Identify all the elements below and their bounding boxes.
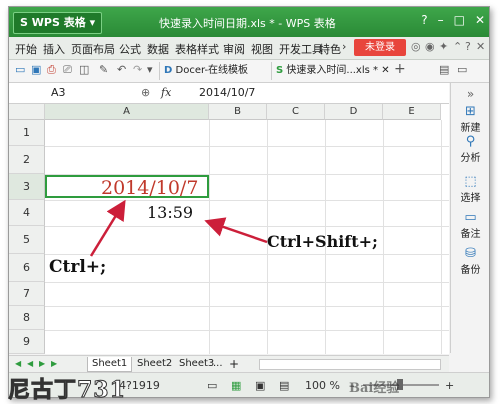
help-button[interactable]: ? [421, 13, 427, 27]
menu-table-style[interactable]: 表格样式 [175, 41, 219, 57]
close-button[interactable]: ✕ [475, 13, 485, 27]
sheet-tab-bar: ◀ ◀ ▶ ▶ Sheet1 Sheet2 Sheet3 ... + [9, 355, 449, 372]
export-pdf-icon[interactable]: ⎙ [47, 63, 56, 77]
docer-icon: D [164, 65, 173, 76]
help-icon[interactable]: ? [465, 40, 471, 53]
skin-icon[interactable]: ◎ [411, 40, 421, 53]
minimize-button[interactable]: – [438, 13, 444, 27]
sidebar-item-backup[interactable]: ⛁ 备份 [451, 246, 489, 277]
document-title: 快速录入时间日期.xls * - WPS 表格 [159, 17, 336, 30]
tab-close-all-icon[interactable]: ▭ [457, 63, 467, 76]
undo-icon[interactable]: ↶ [117, 63, 126, 76]
sidebar-item-analysis[interactable]: ⚲ 分析 [451, 134, 489, 165]
menu-page-layout[interactable]: 页面布局 [71, 41, 115, 57]
arrow-to-date-cell [89, 199, 126, 257]
redo-icon[interactable]: ↷ [133, 63, 142, 76]
menu-data[interactable]: 数据 [147, 41, 169, 57]
login-button[interactable]: 未登录 [354, 39, 406, 56]
sidebar-item-label: 选择 [460, 193, 481, 204]
app-window: S WPS 表格 ▾ 快速录入时间日期.xls * - WPS 表格 ? – □… [8, 6, 490, 398]
title-bar: S WPS 表格 ▾ 快速录入时间日期.xls * - WPS 表格 ? – □… [9, 7, 489, 37]
zoom-level[interactable]: 100 % [305, 379, 340, 392]
tab-docer-templates[interactable]: D Docer-在线模板 [159, 62, 248, 80]
zoom-in-button[interactable]: + [445, 379, 454, 392]
menu-view[interactable]: 视图 [251, 41, 273, 57]
new-tab-button[interactable]: + [394, 61, 406, 77]
date-shortcut-annotation: Ctrl+; [49, 257, 107, 277]
sheet-tab-1[interactable]: Sheet1 [87, 357, 133, 372]
menu-home[interactable]: 开始 [15, 41, 37, 57]
menu-insert[interactable]: 插入 [43, 41, 65, 57]
customize-chevron-icon[interactable]: ▾ [147, 63, 153, 76]
function-icon[interactable]: fx [161, 86, 171, 99]
sidebar-item-label: 新建 [460, 123, 481, 134]
print-icon[interactable]: ⎚ [63, 63, 72, 77]
sidebar-item-label: 备份 [460, 265, 481, 276]
new-file-icon[interactable]: ▭ [15, 63, 25, 76]
close-ribbon-icon[interactable]: ✕ [476, 40, 485, 53]
wps-app-menu-button[interactable]: S WPS 表格 ▾ [13, 12, 103, 34]
format-painter-icon[interactable]: ✎ [99, 63, 108, 76]
window-controls: ? – □ ✕ [421, 13, 485, 27]
sidebar-item-label: 分析 [460, 153, 481, 164]
annotation-arrows [89, 199, 268, 257]
menu-scroll-right-icon[interactable]: › [342, 40, 346, 53]
backup-icon: ⛁ [465, 246, 476, 261]
menu-features[interactable]: 特色 [319, 41, 341, 57]
formula-input[interactable]: 2014/10/7 [199, 86, 255, 99]
save-icon[interactable]: ▣ [31, 63, 41, 76]
close-tab-icon[interactable]: ✕ [381, 65, 389, 76]
wps-logo-icon: S [20, 16, 28, 29]
settings-icon[interactable]: ◉ [425, 40, 435, 53]
sidebar-item-note[interactable]: ▭ 备注 [451, 210, 489, 241]
arrow-to-time-cell [204, 217, 268, 244]
note-icon: ▭ [464, 210, 477, 225]
tab-label: 快速录入时间...xls * [286, 65, 379, 76]
window-list-icon[interactable]: ▤ [439, 63, 449, 76]
plus-square-icon: ⊞ [465, 104, 476, 119]
select-icon: ⬚ [464, 174, 477, 189]
menu-review[interactable]: 审阅 [223, 41, 245, 57]
tab-current-document[interactable]: S 快速录入时间...xls * ✕ [271, 62, 390, 80]
baidu-watermark: Bai经验 [349, 381, 400, 396]
formula-bar: A3 ⊕ fx 2014/10/7 [9, 83, 449, 104]
add-sheet-button[interactable]: + [225, 357, 243, 371]
reading-view-icon[interactable]: ▤ [279, 379, 289, 392]
page-break-view-icon[interactable]: ▣ [255, 379, 265, 392]
sidebar-item-select[interactable]: ⬚ 选择 [451, 174, 489, 205]
app-name: WPS 表格 [31, 16, 86, 29]
sidebar-item-new[interactable]: ⊞ 新建 [451, 104, 489, 135]
sheet-tab-2[interactable]: Sheet2 [133, 357, 176, 371]
more-sheets-button[interactable]: ... [209, 357, 227, 371]
quick-access-toolbar: ▭ ▣ ⎙ ⎚ ◫ ✎ ↶ ↷ ▾ D Docer-在线模板 S 快速录入时间.… [9, 60, 489, 83]
zoom-search-icon[interactable]: ⊕ [141, 86, 150, 99]
normal-view-icon[interactable]: ▭ [207, 379, 217, 392]
sidebar-collapse-icon[interactable]: » [451, 87, 489, 101]
xls-file-icon: S [276, 65, 284, 76]
horizontal-scrollbar[interactable] [259, 359, 441, 370]
author-watermark: 尼古丁731 [8, 377, 126, 404]
spreadsheet-grid[interactable]: A B C D E 1 2 3 4 5 6 7 8 9 2014/10/7 13… [9, 104, 449, 354]
time-shortcut-annotation: Ctrl+Shift+; [267, 232, 378, 251]
star-icon[interactable]: ✦ [439, 40, 448, 53]
menu-formulas[interactable]: 公式 [119, 41, 141, 57]
sidebar-item-label: 备注 [460, 229, 481, 240]
collapse-ribbon-icon[interactable]: ⌃ [453, 40, 462, 53]
last-sheet-icon[interactable]: ▶ [47, 357, 61, 371]
print-preview-icon[interactable]: ◫ [79, 63, 89, 76]
analysis-icon: ⚲ [465, 134, 476, 149]
name-box[interactable]: A3 [17, 85, 161, 100]
menu-bar: 开始 插入 页面布局 公式 数据 表格样式 审阅 视图 开发工具 特色 › 未登… [9, 37, 489, 60]
tab-label: Docer-在线模板 [175, 65, 249, 76]
chevron-down-icon: ▾ [89, 16, 96, 29]
maximize-button[interactable]: □ [454, 13, 465, 27]
menu-developer[interactable]: 开发工具 [279, 41, 323, 57]
task-pane-sidebar: » ⊞ 新建 ⚲ 分析 ⬚ 选择 ▭ 备注 ⛁ 备份 [450, 83, 489, 353]
page-layout-view-icon[interactable]: ▦ [231, 379, 241, 392]
